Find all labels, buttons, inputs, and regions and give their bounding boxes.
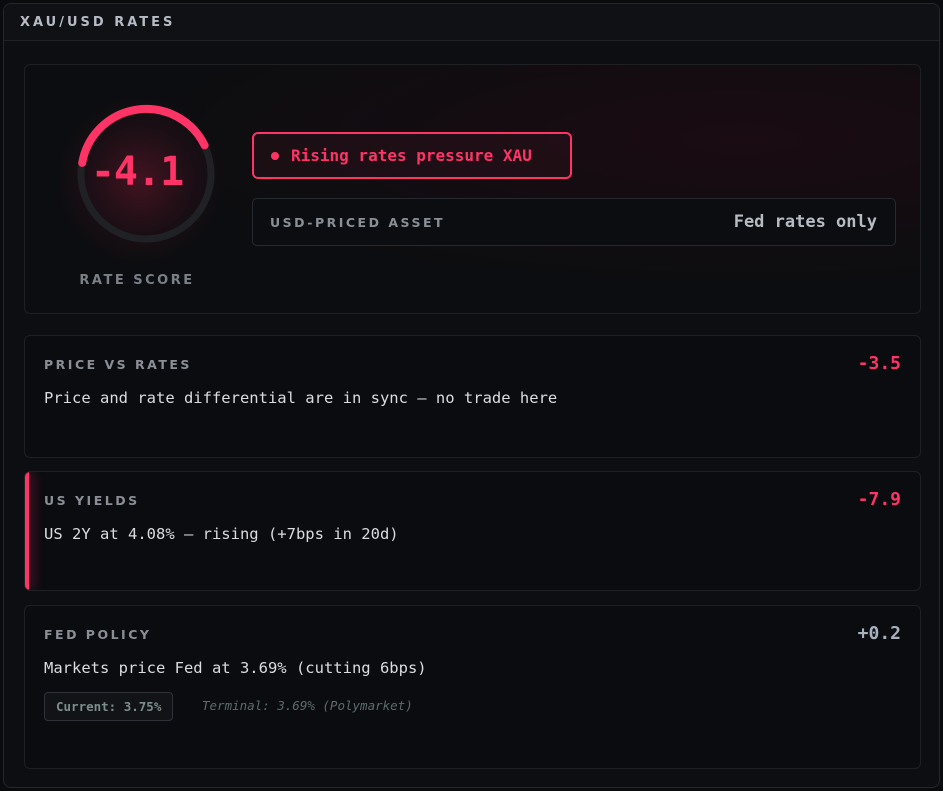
card-fed-policy: FED POLICY +0.2 Markets price Fed at 3.6… (24, 605, 921, 769)
card-label: PRICE VS RATES (44, 357, 192, 372)
card-label: US YIELDS (44, 493, 140, 508)
asset-value: Fed rates only (733, 212, 877, 232)
panel-header: XAU/USD RATES (4, 4, 939, 41)
terminal-rate-note: Terminal: 3.69% (Polymarket) (202, 698, 413, 713)
card-description: Price and rate differential are in sync … (44, 389, 558, 407)
rate-score-value: -4.1 (90, 149, 184, 195)
asset-label: USD-PRICED ASSET (270, 214, 446, 230)
card-description: Markets price Fed at 3.69% (cutting 6bps… (44, 659, 427, 677)
card-price-vs-rates: PRICE VS RATES -3.5 Price and rate diffe… (24, 335, 921, 458)
card-us-yields: US YIELDS -7.9 US 2Y at 4.08% — rising (… (24, 471, 921, 591)
panel-title: XAU/USD RATES (20, 14, 176, 30)
highlight-accent-bar (25, 472, 29, 590)
asset-info-box: USD-PRICED ASSET Fed rates only (252, 198, 896, 246)
card-description: US 2Y at 4.08% — rising (+7bps in 20d) (44, 525, 399, 543)
card-score: +0.2 (857, 623, 901, 644)
status-text: Rising rates pressure XAU (291, 146, 532, 165)
status-dot-icon (271, 151, 279, 160)
status-badge: Rising rates pressure XAU (252, 132, 572, 179)
rate-score-label: RATE SCORE (79, 273, 195, 288)
xau-usd-rates-panel: XAU/USD RATES -4.1 RATE SCORE Rising rat… (3, 3, 940, 788)
rate-score-hero: -4.1 RATE SCORE Rising rates pressure XA… (24, 64, 921, 314)
card-score: -7.9 (857, 489, 901, 510)
card-score: -3.5 (857, 353, 901, 374)
current-rate-chip: Current: 3.75% (44, 692, 174, 721)
card-label: FED POLICY (44, 627, 152, 642)
